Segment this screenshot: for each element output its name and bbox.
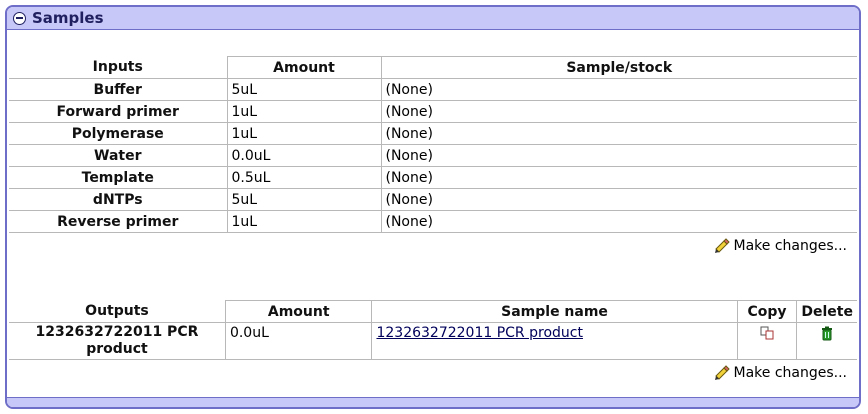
input-sample: (None) [380, 122, 857, 145]
samples-panel: Samples Inputs Amount Sample/stock Buffe… [5, 5, 861, 409]
input-sample: (None) [380, 166, 857, 189]
make-changes-label: Make changes... [733, 238, 848, 254]
input-name: Reverse primer [9, 210, 228, 233]
panel-header[interactable]: Samples [7, 7, 859, 30]
output-name: 1232632722011 PCR product [9, 322, 226, 360]
table-row: Reverse primer 1uL (None) [9, 210, 857, 233]
input-amount: 5uL [226, 188, 382, 211]
input-sample: (None) [380, 210, 857, 233]
table-row: Water 0.0uL (None) [9, 144, 857, 167]
copy-cell [736, 322, 798, 360]
table-row: dNTPs 5uL (None) [9, 188, 857, 211]
outputs-make-changes-link[interactable]: Make changes... [714, 365, 848, 381]
input-sample: (None) [380, 78, 857, 101]
inputs-heading: Inputs [9, 56, 227, 79]
table-row: Template 0.5uL (None) [9, 166, 857, 189]
output-sample-name: 1232632722011 PCR product [371, 322, 738, 360]
inputs-amount-header: Amount [226, 56, 382, 79]
outputs-table: Outputs Amount Sample name Copy Delete 1… [9, 300, 857, 360]
inputs-make-changes-link[interactable]: Make changes... [714, 238, 848, 254]
input-amount: 5uL [226, 78, 382, 101]
table-row: Buffer 5uL (None) [9, 78, 857, 101]
collapse-icon[interactable] [13, 11, 26, 25]
input-amount: 0.5uL [226, 166, 382, 189]
pencil-icon [714, 238, 730, 253]
input-amount: 1uL [226, 100, 382, 123]
table-row: 1232632722011 PCR product 0.0uL 12326327… [9, 322, 857, 360]
input-sample: (None) [380, 144, 857, 167]
input-name: Polymerase [9, 122, 228, 145]
outputs-heading: Outputs [9, 300, 226, 323]
input-sample: (None) [380, 188, 857, 211]
panel-title: Samples [32, 9, 104, 27]
input-name: Forward primer [9, 100, 228, 123]
inputs-table: Inputs Amount Sample/stock Buffer 5uL (N… [9, 56, 857, 233]
outputs-delete-header: Delete [796, 300, 857, 323]
trash-icon[interactable] [820, 326, 834, 341]
outputs-sample-name-header: Sample name [371, 300, 738, 323]
outputs-copy-header: Copy [736, 300, 798, 323]
input-name: Buffer [9, 78, 228, 101]
outputs-amount-header: Amount [224, 300, 373, 323]
make-changes-label: Make changes... [733, 365, 848, 381]
pencil-icon [714, 365, 730, 380]
copy-icon[interactable] [760, 326, 774, 340]
input-name: dNTPs [9, 188, 228, 211]
sample-link[interactable]: 1232632722011 PCR product [376, 325, 583, 341]
panel-footer [7, 397, 859, 407]
input-amount: 0.0uL [226, 144, 382, 167]
table-row: Polymerase 1uL (None) [9, 122, 857, 145]
delete-cell [796, 322, 857, 360]
input-sample: (None) [380, 100, 857, 123]
input-amount: 1uL [226, 210, 382, 233]
input-name: Template [9, 166, 228, 189]
input-amount: 1uL [226, 122, 382, 145]
table-row: Forward primer 1uL (None) [9, 100, 857, 123]
inputs-sample-header: Sample/stock [380, 56, 857, 79]
input-name: Water [9, 144, 228, 167]
output-amount: 0.0uL [224, 322, 373, 360]
